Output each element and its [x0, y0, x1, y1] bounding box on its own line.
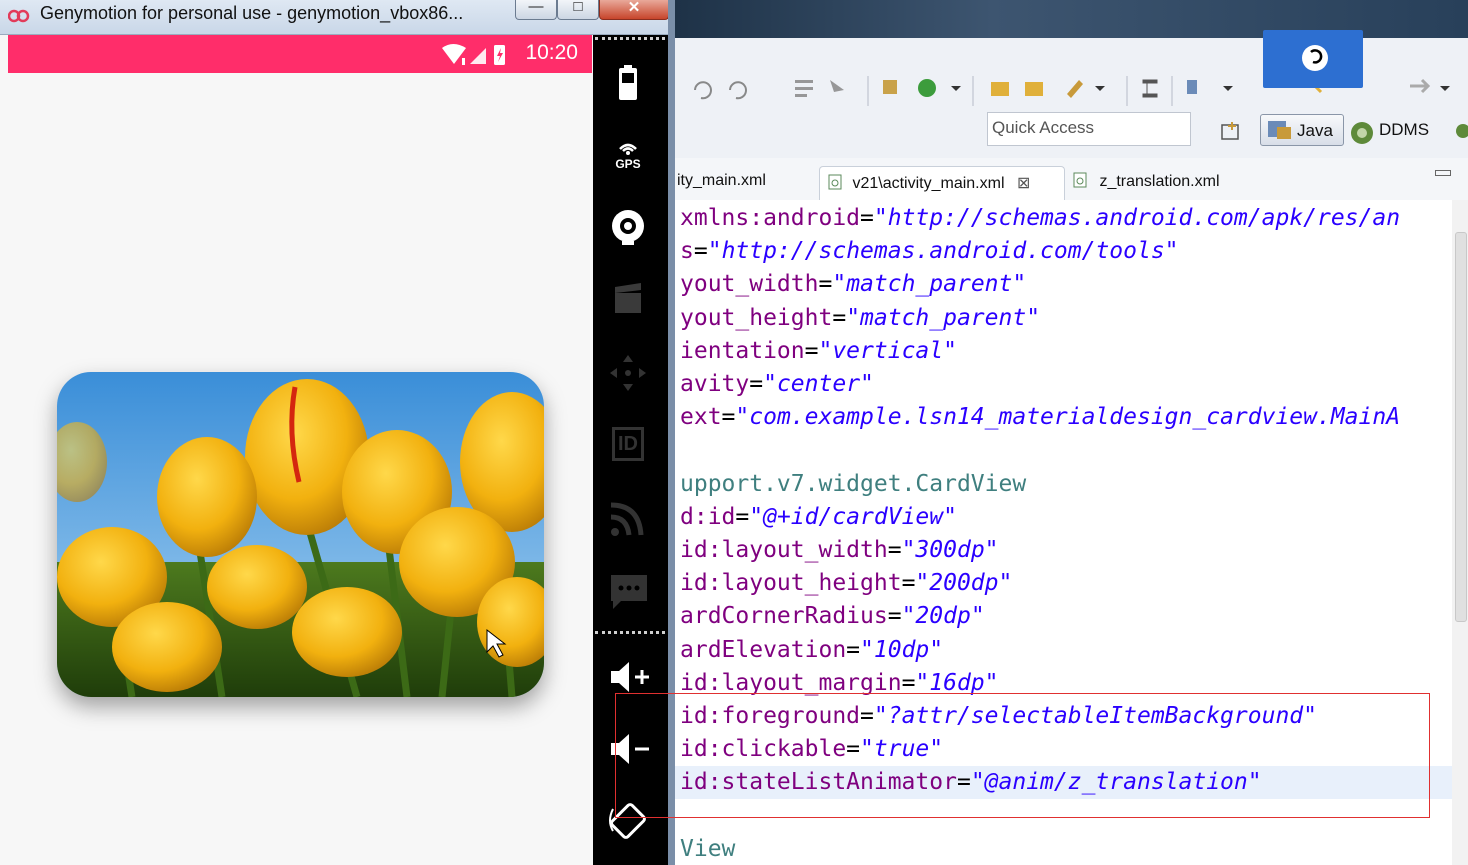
code-line[interactable]: id:layout_width="300dp"	[680, 534, 999, 567]
code-editor[interactable]: xmlns:android="http://schemas.android.co…	[675, 200, 1452, 865]
card-view[interactable]	[57, 372, 544, 697]
ime-icon	[1302, 45, 1328, 71]
code-line[interactable]: ext="com.example.lsn14_materialdesign_ca…	[680, 401, 1400, 434]
code-line[interactable]: upport.v7.widget.CardView	[680, 468, 1026, 501]
code-line[interactable]: avity="center"	[680, 368, 874, 401]
xml-file-icon	[828, 174, 842, 190]
eclipse-window: Quick Access Java DDMS ity_main.xml v21\…	[675, 0, 1468, 865]
editor-tab-bar: ity_main.xml v21\activity_main.xml ⊠ z_t…	[675, 158, 1468, 201]
ddms-icon[interactable]	[1349, 120, 1375, 146]
code-line[interactable]: xmlns:android="http://schemas.android.co…	[680, 202, 1400, 235]
open-perspective-icon[interactable]	[1220, 120, 1242, 142]
tab-v21-activity-main[interactable]: v21\activity_main.xml ⊠	[819, 166, 1065, 200]
debug-perspective-icon[interactable]	[1453, 118, 1468, 144]
window-border	[668, 0, 675, 865]
code-line[interactable]: id:layout_height="200dp"	[680, 567, 1012, 600]
status-time: 10:20	[525, 41, 578, 64]
minimize-button[interactable]: —	[515, 0, 557, 20]
minimize-editor-icon[interactable]	[1435, 170, 1451, 176]
java-perspective-icon	[1268, 121, 1291, 139]
code-line[interactable]: d:id="@+id/cardView"	[680, 501, 957, 534]
code-line[interactable]: yout_width="match_parent"	[680, 268, 1026, 301]
network-icon[interactable]	[593, 499, 663, 539]
close-button[interactable]: ✕	[599, 0, 669, 20]
toolbar-divider	[595, 631, 665, 634]
signal-icon	[470, 48, 486, 64]
scrollbar-thumb[interactable]	[1455, 232, 1467, 622]
maximize-button[interactable]: □	[557, 0, 599, 20]
code-line[interactable]: id:clickable="true"	[680, 733, 943, 766]
code-line[interactable]: id:foreground="?attr/selectableItemBackg…	[680, 700, 1317, 733]
xml-file-icon	[1073, 172, 1087, 188]
code-line[interactable]: yout_height="match_parent"	[680, 302, 1040, 335]
genymotion-window: Genymotion for personal use - genymotion…	[0, 0, 675, 865]
volume-down-icon[interactable]	[593, 731, 663, 767]
camera-icon[interactable]	[593, 207, 663, 247]
close-tab-icon[interactable]: ⊠	[1017, 175, 1030, 192]
sms-icon[interactable]	[593, 571, 663, 611]
code-line[interactable]: s="http://schemas.android.com/tools"	[680, 235, 1179, 268]
status-bar: 10:20	[8, 35, 592, 73]
toolbar-divider	[595, 37, 665, 40]
gps-icon[interactable]: GPS	[593, 139, 663, 171]
tulip-image	[57, 372, 544, 697]
code-line[interactable]: ardCornerRadius="20dp"	[680, 600, 985, 633]
volume-up-icon[interactable]	[593, 659, 663, 695]
genymotion-logo-icon	[8, 9, 30, 23]
code-line[interactable]: id:layout_margin="16dp"	[680, 667, 999, 700]
java-perspective-button[interactable]: Java	[1260, 114, 1344, 146]
genymotion-titlebar[interactable]: Genymotion for personal use - genymotion…	[0, 0, 675, 35]
status-icons	[442, 44, 505, 65]
window-title: Genymotion for personal use - genymotion…	[40, 3, 464, 23]
genymotion-side-toolbar: GPS ID	[593, 35, 668, 865]
code-line[interactable]: ientation="vertical"	[680, 335, 957, 368]
code-line[interactable]: View	[680, 833, 735, 865]
code-line[interactable]: ardElevation="10dp"	[680, 634, 943, 667]
code-line[interactable]: id:stateListAnimator="@anim/z_translatio…	[680, 766, 1262, 799]
rotate-icon[interactable]	[593, 801, 663, 841]
ime-badge	[1263, 30, 1363, 88]
dpad-icon[interactable]	[593, 353, 663, 393]
battery-icon[interactable]	[593, 65, 663, 101]
ddms-perspective-label[interactable]: DDMS	[1379, 120, 1429, 140]
device-id-icon[interactable]: ID	[593, 427, 663, 461]
video-capture-icon[interactable]	[593, 281, 663, 317]
quick-access-input[interactable]: Quick Access	[987, 112, 1191, 146]
android-screen[interactable]: 10:20	[8, 35, 592, 865]
